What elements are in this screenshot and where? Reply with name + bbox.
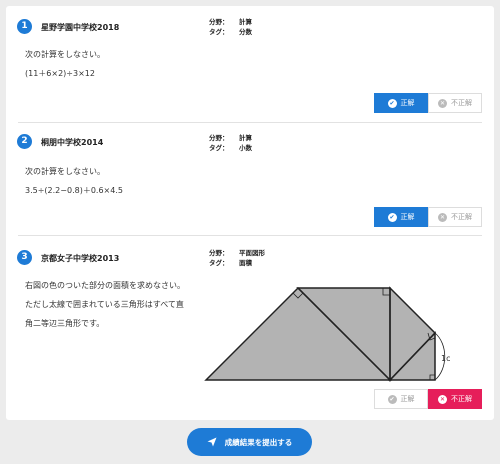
question-text: 次の計算をしなさい。 3.5÷(2.2−0.8)＋0.6×4.5: [25, 162, 123, 200]
tag-key: タグ：: [209, 144, 229, 152]
check-icon: ✔: [387, 212, 397, 222]
tag-value: 小数: [239, 144, 252, 152]
incorrect-label: 不正解: [451, 99, 472, 107]
shaded-region: [206, 288, 435, 380]
question-line: ただし太線で囲まれている三角形はすべて直: [25, 300, 184, 309]
grading-buttons: ✔ 正解 ✕ 不正解: [374, 207, 482, 227]
field-value: 計算: [239, 18, 252, 26]
correct-label: 正解: [400, 99, 415, 107]
field-value: 計算: [239, 134, 252, 142]
tag-value: 面積: [239, 259, 252, 267]
question-line: 次の計算をしなさい。: [25, 50, 105, 59]
dimension-label: 1cm: [441, 354, 450, 363]
school-name: 京都女子中学校2013: [41, 254, 120, 263]
school-name: 桐朋中学校2014: [41, 138, 104, 147]
submit-label: 成績結果を提出する: [224, 437, 293, 447]
grading-buttons: ✔ 正解 ✕ 不正解: [374, 389, 482, 409]
incorrect-label: 不正解: [451, 213, 472, 221]
cross-icon: ✕: [438, 98, 447, 108]
correct-button[interactable]: ✔ 正解: [374, 389, 428, 409]
correct-button[interactable]: ✔ 正解: [374, 93, 428, 113]
divider: [18, 235, 482, 236]
problem-card: 1 星野学園中学校2018 分野： 計算 タグ： 分数 次の計算をしなさい。 (11…: [6, 6, 494, 420]
incorrect-button[interactable]: ✕ 不正解: [428, 207, 482, 227]
field-key: 分野：: [209, 18, 229, 26]
check-icon: ✔: [387, 394, 397, 404]
cross-icon: ✕: [438, 394, 447, 404]
problem-meta: 分野： 計算 タグ： 分数: [209, 17, 252, 37]
question-line: 次の計算をしなさい。: [25, 167, 105, 176]
question-line: 角二等辺三角形です。: [25, 319, 105, 328]
problem-meta: 分野： 平面図形 タグ： 面積: [209, 248, 265, 268]
problem-meta: 分野： 計算 タグ： 小数: [209, 133, 252, 153]
problem-number-badge: 2: [17, 134, 32, 149]
correct-label: 正解: [400, 213, 415, 221]
incorrect-label: 不正解: [451, 395, 472, 403]
problem-number-badge: 3: [17, 250, 32, 265]
cross-icon: ✕: [438, 212, 447, 222]
correct-button[interactable]: ✔ 正解: [374, 207, 428, 227]
divider: [18, 122, 482, 123]
question-line: 3.5÷(2.2−0.8)＋0.6×4.5: [25, 186, 123, 195]
question-line: 右図の色のついた部分の面積を求めなさい。: [25, 281, 185, 290]
grading-buttons: ✔ 正解 ✕ 不正解: [374, 93, 482, 113]
tag-key: タグ：: [209, 28, 229, 36]
incorrect-button[interactable]: ✕ 不正解: [428, 93, 482, 113]
problem-number-badge: 1: [17, 19, 32, 34]
correct-label: 正解: [400, 395, 415, 403]
question-text: 次の計算をしなさい。 (11＋6×2)÷3×12: [25, 45, 105, 83]
tag-key: タグ：: [209, 259, 229, 267]
paper-plane-icon: [207, 437, 217, 447]
check-icon: ✔: [387, 98, 397, 108]
field-key: 分野：: [209, 134, 229, 142]
field-value: 平面図形: [239, 249, 265, 257]
tag-value: 分数: [239, 28, 252, 36]
school-name: 星野学園中学校2018: [41, 23, 120, 32]
question-text: 右図の色のついた部分の面積を求めなさい。 ただし太線で囲まれている三角形はすべて…: [25, 276, 185, 333]
field-key: 分野：: [209, 249, 229, 257]
geometry-figure: 1cm: [204, 286, 450, 382]
question-line: (11＋6×2)÷3×12: [25, 69, 95, 78]
incorrect-button[interactable]: ✕ 不正解: [428, 389, 482, 409]
submit-results-button[interactable]: 成績結果を提出する: [187, 428, 312, 456]
